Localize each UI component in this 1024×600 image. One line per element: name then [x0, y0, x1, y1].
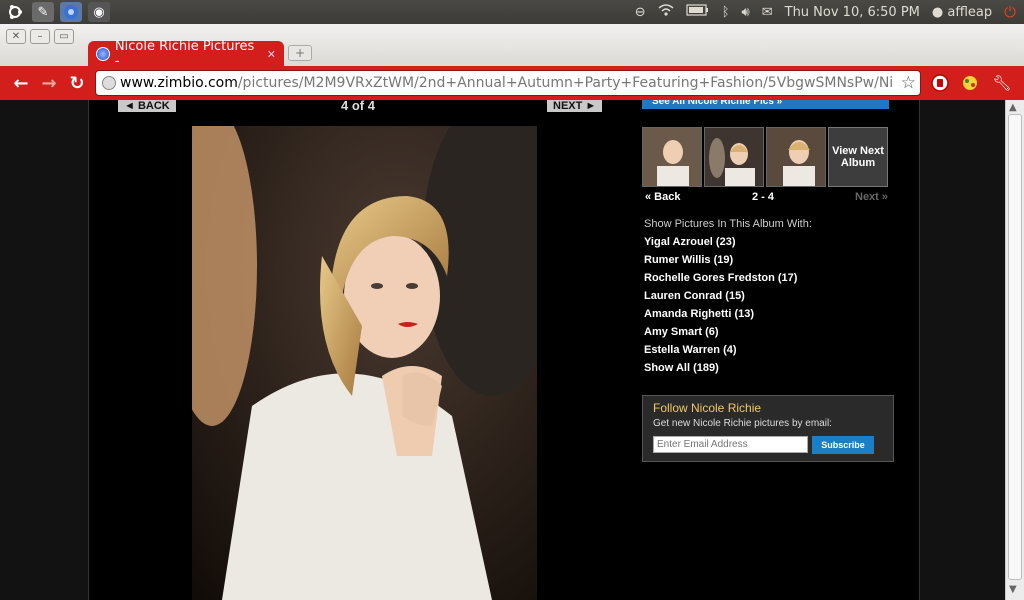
see-all-link[interactable]: See All Nicole Richie Pics » [642, 100, 889, 109]
filter-list: Yigal Azrouel (23) Rumer Willis (19) Roc… [644, 236, 797, 380]
zimbio-favicon-icon [96, 47, 110, 61]
thumbnail[interactable] [704, 127, 764, 187]
filter-link[interactable]: Show All (189) [644, 362, 797, 380]
filter-heading: Show Pictures In This Album With: [644, 218, 812, 230]
tab-strip: ✕ – ▭ Nicole Richie Pictures - ✕ + [0, 24, 1024, 69]
tab-active[interactable]: Nicole Richie Pictures - ✕ [88, 39, 284, 69]
user-menu[interactable]: ● affleap [932, 5, 992, 20]
main-photo[interactable] [192, 126, 537, 600]
clock[interactable]: Thu Nov 10, 6:50 PM [785, 5, 920, 20]
page-content: ◄ BACK 4 of 4 NEXT ► See All Nicole Rich… [88, 100, 920, 600]
forward-arrow-icon[interactable]: → [35, 69, 63, 97]
thumb-range: 2 - 4 [752, 191, 775, 203]
subscribe-button[interactable]: Subscribe [812, 436, 874, 454]
email-field[interactable] [653, 436, 808, 453]
text-editor-icon[interactable]: ✎ [32, 2, 54, 22]
user-icon: ● [931, 4, 944, 20]
follow-box: Follow Nicole Richie Get new Nicole Rich… [642, 395, 894, 462]
url-domain: www.zimbio.com [120, 75, 238, 91]
status-indicator-icon[interactable]: ⊖ [635, 5, 646, 20]
window-minimize-button[interactable]: – [30, 29, 50, 44]
filter-link[interactable]: Lauren Conrad (15) [644, 290, 797, 308]
filter-link[interactable]: Rochelle Gores Fredston (17) [644, 272, 797, 290]
scroll-thumb[interactable] [1008, 114, 1022, 580]
system-top-panel: ✎ ◉ ⊖ ᛒ 🔊︎ ✉ Thu Nov 10, 6:50 PM ● affle… [0, 0, 1024, 24]
filter-link[interactable]: Estella Warren (4) [644, 344, 797, 362]
thumbnail[interactable] [766, 127, 826, 187]
wifi-icon[interactable] [658, 3, 674, 21]
address-bar[interactable]: www.zimbio.com/pictures/M2M9VRxZtWM/2nd+… [95, 70, 921, 96]
adblock-icon[interactable] [929, 72, 951, 94]
browser-toolbar: ← → ↻ www.zimbio.com/pictures/M2M9VRxZtW… [0, 66, 1024, 100]
tab-title: Nicole Richie Pictures - [114, 39, 255, 69]
tab-close-icon[interactable]: ✕ [267, 48, 276, 61]
thumbnail-strip: View Next Album [642, 127, 888, 187]
vertical-scrollbar[interactable]: ▲ ▼ [1005, 100, 1024, 600]
web-page: ◄ BACK 4 of 4 NEXT ► See All Nicole Rich… [0, 100, 1005, 600]
scroll-up-icon[interactable]: ▲ [1009, 102, 1017, 113]
follow-title: Follow Nicole Richie [653, 401, 762, 415]
filter-link[interactable]: Amy Smart (6) [644, 326, 797, 344]
filter-link[interactable]: Yigal Azrouel (23) [644, 236, 797, 254]
update-manager-icon[interactable]: ◉ [88, 2, 110, 22]
thumbnail[interactable] [642, 127, 702, 187]
ubuntu-logo-icon[interactable] [4, 2, 26, 22]
window-maximize-button[interactable]: ▭ [54, 29, 74, 44]
url-path: /pictures/M2M9VRxZtWM/2nd+Annual+Autumn+… [237, 75, 894, 91]
wrench-icon[interactable]: 🔧︎ [991, 72, 1013, 94]
view-next-album-button[interactable]: View Next Album [828, 127, 888, 187]
window-close-button[interactable]: ✕ [6, 29, 26, 44]
thumb-back-link[interactable]: « Back [645, 191, 680, 203]
back-button[interactable]: ◄ BACK [118, 100, 176, 112]
follow-subtitle: Get new Nicole Richie pictures by email: [653, 418, 832, 429]
filter-link[interactable]: Rumer Willis (19) [644, 254, 797, 272]
battery-icon[interactable] [686, 4, 710, 20]
bookmark-star-icon[interactable]: ☆ [901, 73, 916, 93]
photo-counter: 4 of 4 [341, 100, 375, 113]
bluetooth-icon[interactable]: ᛒ [722, 5, 730, 20]
globe-icon [102, 76, 116, 90]
thumb-next-link[interactable]: Next » [855, 191, 888, 203]
scroll-down-icon[interactable]: ▼ [1009, 584, 1017, 595]
next-button[interactable]: NEXT ► [547, 100, 603, 112]
reload-icon[interactable]: ↻ [63, 69, 91, 97]
volume-icon[interactable]: 🔊︎ [742, 5, 750, 20]
power-icon[interactable]: ⏻ [1004, 3, 1016, 21]
back-arrow-icon[interactable]: ← [7, 69, 35, 97]
extension-icon[interactable] [959, 72, 981, 94]
new-tab-button[interactable]: + [288, 45, 312, 61]
chromium-icon[interactable] [60, 2, 82, 22]
user-name: affleap [947, 4, 993, 20]
mail-icon[interactable]: ✉ [762, 5, 773, 20]
filter-link[interactable]: Amanda Righetti (13) [644, 308, 797, 326]
